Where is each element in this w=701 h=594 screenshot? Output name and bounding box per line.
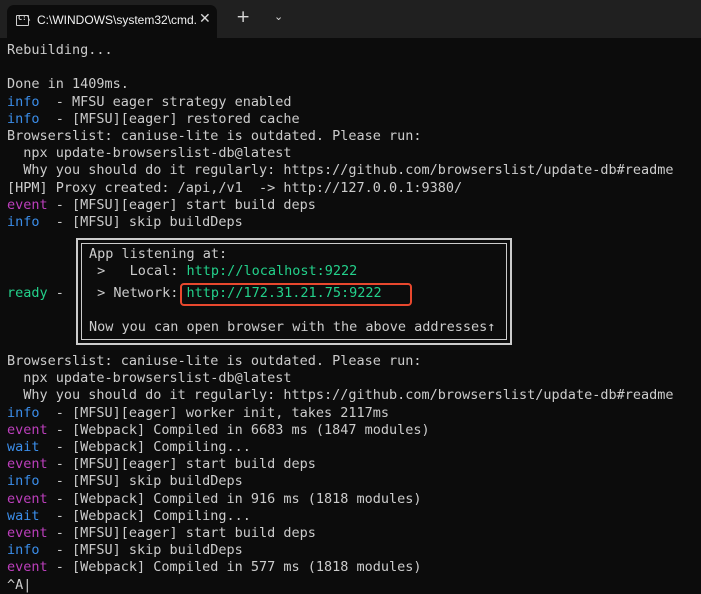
log-text: - [Webpack] Compiled in 6683 ms (1847 mo… xyxy=(47,421,430,438)
log-text: Browserslist: caniuse-lite is outdated. … xyxy=(7,128,422,144)
log-text: Done in 1409ms. xyxy=(7,76,129,93)
log-level: info xyxy=(7,404,40,421)
log-level: event xyxy=(7,490,48,507)
tab-title: C:\WINDOWS\system32\cmd. xyxy=(37,13,197,27)
log-level: info xyxy=(7,93,40,110)
ready-prefix: ready xyxy=(7,285,48,301)
log-text: - [MFSU][eager] start build deps xyxy=(47,525,316,541)
log-line: event - [MFSU][eager] start build deps xyxy=(7,197,316,214)
log-text: - [MFSU] skip buildDeps xyxy=(39,542,243,559)
title-bar: C:\ C:\WINDOWS\system32\cmd. ✕ + ⌄ xyxy=(0,0,701,38)
log-level: info xyxy=(7,542,40,559)
log-level: info xyxy=(7,214,40,230)
log-line: Rebuilding... xyxy=(7,42,113,59)
ready-footer: Now you can open browser with the above … xyxy=(89,319,496,335)
log-line: info - [MFSU][eager] restored cache xyxy=(7,111,300,128)
terminal-tab[interactable]: C:\ C:\WINDOWS\system32\cmd. ✕ xyxy=(7,5,217,38)
new-tab-button[interactable]: + xyxy=(236,7,250,27)
network-url-highlight xyxy=(180,283,412,306)
log-line: [HPM] Proxy created: /api,/v1 -> http://… xyxy=(7,180,462,197)
log-line: Browserslist: caniuse-lite is outdated. … xyxy=(7,128,422,145)
local-line: > Local: http://localhost:9222 xyxy=(89,263,357,280)
log-line: Browserslist: caniuse-lite is outdated. … xyxy=(7,353,422,370)
log-line: ^A| xyxy=(7,577,31,594)
log-level: wait xyxy=(7,507,40,524)
log-text: Rebuilding... xyxy=(7,42,113,58)
ready-dash: - xyxy=(47,285,64,301)
log-line: event - [Webpack] Compiled in 6683 ms (1… xyxy=(7,422,430,439)
ready-prefix-line: ready - xyxy=(7,285,64,302)
console-icon: C:\ xyxy=(16,14,31,26)
log-line: wait - [Webpack] Compiling... xyxy=(7,508,251,525)
log-line: event - [MFSU][eager] start build deps xyxy=(7,456,316,473)
log-line: info - [MFSU] skip buildDeps xyxy=(7,214,243,231)
local-url[interactable]: http://localhost:9222 xyxy=(187,263,358,279)
log-text: - [MFSU] skip buildDeps xyxy=(39,214,243,230)
log-line: Why you should do it regularly: https://… xyxy=(7,387,673,404)
log-line: event - [Webpack] Compiled in 577 ms (18… xyxy=(7,559,422,576)
log-text: - [MFSU] skip buildDeps xyxy=(39,473,243,490)
log-text: npx update-browserslist-db@latest xyxy=(7,370,292,387)
log-text: npx update-browserslist-db@latest xyxy=(7,145,292,162)
log-line: info - MFSU eager strategy enabled xyxy=(7,94,291,111)
network-label: > Network: xyxy=(89,285,187,301)
log-text: Why you should do it regularly: https://… xyxy=(7,162,674,179)
log-level: event xyxy=(7,196,48,213)
log-text: - [MFSU][eager] restored cache xyxy=(39,110,300,127)
log-level: event xyxy=(7,559,48,576)
log-text: - [Webpack] Compiling... xyxy=(39,439,251,455)
log-line: npx update-browserslist-db@latest xyxy=(7,370,291,387)
log-text: - [Webpack] Compiling... xyxy=(39,507,251,524)
log-level: wait xyxy=(7,439,40,455)
close-tab-button[interactable]: ✕ xyxy=(199,11,211,27)
log-line: Why you should do it regularly: https://… xyxy=(7,162,673,179)
terminal-output[interactable]: Rebuilding... Done in 1409ms. info - MFSU … xyxy=(7,42,701,593)
log-level: info xyxy=(7,110,40,127)
log-level: info xyxy=(7,473,40,490)
log-line: event - [MFSU][eager] start build deps xyxy=(7,525,316,542)
log-text: - [Webpack] Compiled in 916 ms (1818 mod… xyxy=(47,490,422,507)
log-line: info - [MFSU][eager] worker init, takes … xyxy=(7,405,389,422)
log-text: - [MFSU][eager] start build deps xyxy=(47,456,316,473)
log-line: info - [MFSU] skip buildDeps xyxy=(7,542,243,559)
log-level: event xyxy=(7,456,48,473)
log-line: Done in 1409ms. xyxy=(7,76,129,93)
tab-dropdown-button[interactable]: ⌄ xyxy=(274,10,283,23)
log-text: - MFSU eager strategy enabled xyxy=(39,93,292,110)
ready-heading: App listening at: xyxy=(89,246,228,262)
log-text: Why you should do it regularly: https://… xyxy=(7,387,674,404)
log-line: npx update-browserslist-db@latest xyxy=(7,145,291,162)
log-line: wait - [Webpack] Compiling... xyxy=(7,439,251,456)
log-level: event xyxy=(7,525,48,541)
log-text: - [Webpack] Compiled in 577 ms (1818 mod… xyxy=(47,559,422,576)
log-text: [HPM] Proxy created: /api,/v1 -> http://… xyxy=(7,179,463,196)
log-text: - [MFSU][eager] worker init, takes 2117m… xyxy=(39,404,390,421)
local-label: > Local: xyxy=(89,263,187,279)
log-text: - [MFSU][eager] start build deps xyxy=(47,196,316,213)
log-level: event xyxy=(7,421,48,438)
log-text: Browserslist: caniuse-lite is outdated. … xyxy=(7,353,422,369)
log-line: info - [MFSU] skip buildDeps xyxy=(7,473,243,490)
log-line: event - [Webpack] Compiled in 916 ms (18… xyxy=(7,491,422,508)
